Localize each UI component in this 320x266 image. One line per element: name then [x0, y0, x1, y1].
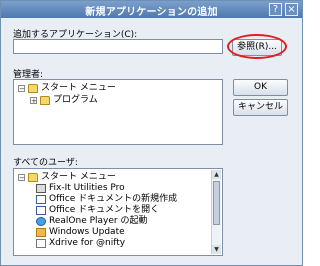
title-bar: 新規アプリケーションの追加 ? × — [1, 1, 302, 18]
help-icon[interactable]: ? — [269, 3, 282, 16]
document-icon — [36, 206, 46, 215]
cancel-button[interactable]: キャンセル — [233, 99, 288, 116]
managers-tree[interactable]: − スタート メニュー + プログラム — [13, 79, 223, 145]
dialog-title: 新規アプリケーションの追加 — [85, 7, 218, 18]
all-users-tree[interactable]: − スタート メニュー Fix-It Utilities Pro Office … — [13, 168, 223, 256]
vertical-scrollbar[interactable]: ▲ ▼ — [211, 170, 221, 254]
tree-item-label: スタート メニュー — [41, 172, 116, 182]
folder-icon — [28, 173, 38, 182]
tree-item-label: スタート メニュー — [41, 83, 116, 93]
list-item-label: Fix-It Utilities Pro — [49, 183, 125, 193]
application-input[interactable] — [13, 39, 223, 54]
scrollbar-thumb[interactable] — [213, 181, 220, 225]
ok-button[interactable]: OK — [233, 79, 288, 96]
globe-icon — [36, 217, 46, 226]
programs-folder-icon — [40, 96, 50, 105]
list-item-label: Windows Update — [49, 227, 125, 237]
tree-item-label: プログラム — [53, 95, 98, 105]
list-item-label: RealOne Player の起動 — [49, 216, 148, 226]
collapse-icon[interactable]: − — [18, 174, 25, 182]
document-icon — [36, 195, 46, 204]
collapse-icon[interactable]: − — [18, 85, 25, 93]
highlight-circle — [227, 34, 287, 59]
all-users-label: すべてのユーザ: — [13, 158, 78, 168]
x-icon — [36, 239, 46, 248]
scroll-down-arrow-icon[interactable]: ▼ — [212, 245, 221, 254]
folder-icon — [28, 84, 38, 93]
list-item-label: Office ドキュメントの新規作成 — [49, 194, 178, 204]
list-item-label: Office ドキュメントを開く — [49, 205, 160, 215]
list-item-label: Xdrive for @nifty — [49, 238, 126, 248]
scroll-up-arrow-icon[interactable]: ▲ — [212, 170, 221, 179]
app-icon — [36, 184, 46, 193]
close-icon[interactable]: × — [285, 3, 298, 16]
expand-icon[interactable]: + — [30, 97, 37, 105]
add-application-dialog: 新規アプリケーションの追加 ? × 追加するアプリケーション(C): 参照(R)… — [0, 0, 303, 266]
windows-update-icon — [36, 228, 46, 237]
